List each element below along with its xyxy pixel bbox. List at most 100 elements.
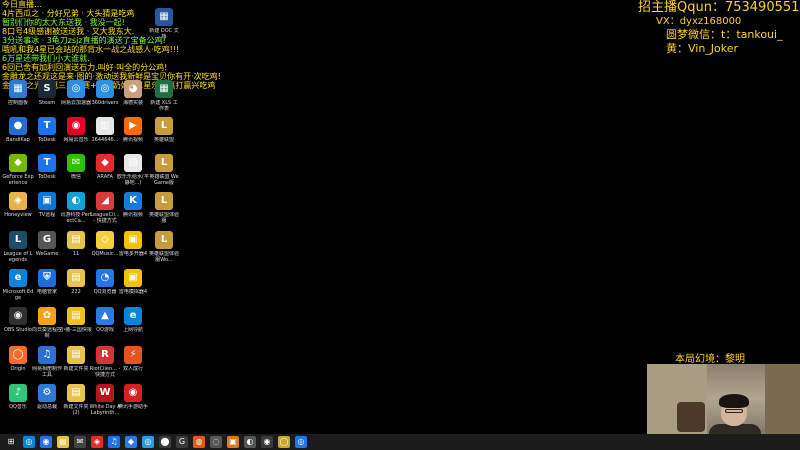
- desktop-icon-label: 小猪-三国快报: [60, 327, 92, 333]
- desktop-icon[interactable]: ▲ QQ游戏: [90, 307, 120, 344]
- desktop-icon-label: Honeyview: [4, 212, 32, 218]
- desktop-icon[interactable]: ▣ 雷电模拟器4: [118, 269, 148, 306]
- app-icon: ▤: [67, 307, 85, 325]
- taskbar-app-gray2-icon[interactable]: ◐: [244, 436, 256, 448]
- streamer-vx: VX：dyxz168000: [656, 16, 742, 27]
- taskbar-mail-icon[interactable]: ✉: [74, 436, 86, 448]
- desktop-icon[interactable]: ● BandiKap: [3, 117, 33, 154]
- taskbar-wegame-icon[interactable]: G: [176, 436, 188, 448]
- desktop-icon[interactable]: L 英雄联盟体验服Wo...: [149, 231, 179, 268]
- chat-message: 8口号4级感谢被送送我 · 又大我东大.: [2, 27, 135, 36]
- desktop-icon[interactable]: S Steam: [32, 80, 62, 117]
- desktop-icon[interactable]: L League of Legends: [3, 231, 33, 268]
- desktop-icon[interactable]: ◆ ARAFA: [90, 154, 120, 191]
- app-icon: ◇: [96, 231, 114, 249]
- desktop-icon-label: 上网导航: [122, 327, 143, 333]
- desktop-icon[interactable]: ♪ QQ音乐: [3, 384, 33, 421]
- app-icon: ▤: [67, 384, 85, 402]
- desktop-icon-label: 讯游科技 PerfectCa...: [60, 212, 92, 224]
- desktop-icon[interactable]: ◔ QQ浏览器: [90, 269, 120, 306]
- app-icon: ◎: [96, 80, 114, 98]
- app-icon: ◉: [9, 307, 27, 325]
- taskbar-app-orange-icon[interactable]: ▣: [227, 436, 239, 448]
- taskbar-edge-icon[interactable]: ◎: [23, 436, 35, 448]
- desktop-icon-label: 新建 XLS 工作表: [150, 100, 178, 112]
- app-icon: ▦: [155, 80, 173, 98]
- desktop-icon[interactable]: ▤ 222: [61, 269, 91, 306]
- desktop-icon[interactable]: L 英雄联盟 WeGame版: [149, 154, 179, 191]
- taskbar-task-icon[interactable]: ◉: [40, 436, 52, 448]
- app-icon: ◉: [124, 384, 142, 402]
- desktop-icon[interactable]: W White Day A Labyrinth...: [89, 384, 121, 421]
- taskbar-obs-icon[interactable]: ◉: [261, 436, 273, 448]
- desktop-icon[interactable]: G WeGame: [32, 231, 62, 268]
- app-icon: ◕: [124, 80, 142, 98]
- app-icon: ▣: [124, 231, 142, 249]
- app-icon: ▦: [9, 80, 27, 98]
- desktop-icon[interactable]: L 英雄联盟体验服: [149, 192, 179, 229]
- desktop-icon[interactable]: ✉ 微信: [61, 154, 91, 191]
- desktop-icon[interactable]: ▦ 新建 DOC 文档: [149, 8, 179, 45]
- desktop-icon[interactable]: ▣ 雷电多开器4: [118, 231, 148, 268]
- desktop-icon[interactable]: ◉ 腾讯手游助手: [118, 384, 148, 421]
- taskbar-app-dark-icon[interactable]: ⬤: [159, 436, 171, 448]
- desktop-icon[interactable]: ◉ OBS Studio: [3, 307, 33, 344]
- taskbar-explorer-icon[interactable]: ▤: [57, 436, 69, 448]
- desktop-icon[interactable]: e 上网导航: [118, 307, 148, 344]
- desktop-icon[interactable]: ▶ 腾讯视频: [118, 117, 148, 154]
- streamer-huang: 黄：Vin_Joker: [666, 42, 739, 55]
- taskbar-qq-browser-icon[interactable]: ◎: [295, 436, 307, 448]
- desktop-icon[interactable]: ◕ 海德实装: [118, 80, 148, 117]
- desktop-icon[interactable]: ▣ TV远程: [32, 192, 62, 229]
- desktop-icon[interactable]: ◇ QQMusic...: [90, 231, 120, 268]
- taskbar-music-icon[interactable]: ♫: [108, 436, 120, 448]
- desktop-icon[interactable]: ▦ 控制面板: [3, 80, 33, 117]
- app-icon: T: [38, 154, 56, 172]
- desktop-icon[interactable]: ◎ 网易云加速器: [61, 80, 91, 117]
- app-icon: ✉: [67, 154, 85, 172]
- streamer-qq: 招主播Qqun：753490551: [638, 0, 800, 15]
- desktop-icon[interactable]: ⛨ 电脑管家: [32, 269, 62, 306]
- desktop-icon[interactable]: ◐ 讯游科技 PerfectCa...: [60, 192, 92, 229]
- app-icon: S: [38, 80, 56, 98]
- desktop-icon[interactable]: ▤ 小猪-三国快报: [60, 307, 92, 344]
- app-icon: e: [124, 307, 142, 325]
- taskbar-app-yellow-icon[interactable]: ◯: [278, 436, 290, 448]
- desktop-icon-label: 电脑管家: [36, 289, 57, 295]
- desktop-icon[interactable]: ◈ Honeyview: [3, 192, 33, 229]
- taskbar-app-blue-icon[interactable]: ◆: [125, 436, 137, 448]
- desktop-icon[interactable]: ⚡ 双人成行: [118, 346, 148, 383]
- desktop-icon[interactable]: ▤ 11: [61, 231, 91, 268]
- desktop-icon-label: 网易相册制作工具: [31, 366, 62, 378]
- desktop-icon[interactable]: ◯ Origin: [3, 346, 33, 383]
- desktop-icon[interactable]: ▤ 新建文件夹(2): [61, 384, 91, 421]
- desktop-icon[interactable]: T ToDesk: [32, 154, 62, 191]
- desktop-icon-label: OBS Studio: [4, 327, 32, 333]
- taskbar-start-icon[interactable]: ⊞: [4, 436, 18, 448]
- desktop-icon[interactable]: K 腾讯视频: [118, 192, 148, 229]
- taskbar-app-gray-icon[interactable]: ◌: [210, 436, 222, 448]
- desktop-icon[interactable]: ⚙ 驱动总裁: [32, 384, 62, 421]
- app-icon: G: [38, 231, 56, 249]
- desktop-icon[interactable]: T ToDesk: [32, 117, 62, 154]
- app-icon: T: [38, 117, 56, 135]
- streamer-info: 招主播Qqun：753490551 VX：dyxz168000 圆梦微信：t：t…: [638, 0, 800, 56]
- desktop-icon[interactable]: ◆ GeForce Experience: [2, 154, 34, 191]
- desktop-icon[interactable]: ▥ 1644646...: [90, 117, 120, 154]
- taskbar-origin-icon[interactable]: ◍: [193, 436, 205, 448]
- app-icon: ▤: [67, 346, 85, 364]
- desktop-icon[interactable]: R RiotClien... - 快捷方式: [90, 346, 120, 383]
- desktop-icon[interactable]: ▤ 新建文件夹: [61, 346, 91, 383]
- desktop-icon[interactable]: ▧ 欧乐乐给水(平静地...): [117, 154, 149, 191]
- desktop-icon[interactable]: ◉ 网易云音乐: [61, 117, 91, 154]
- desktop-icon[interactable]: L 英雄联盟: [149, 117, 179, 154]
- streamer-wechat: 圆梦微信：t：tankoui_: [666, 28, 783, 41]
- desktop-icon[interactable]: e Microsoft Edge: [3, 269, 33, 306]
- desktop-icon[interactable]: ◎ 360drivers: [90, 80, 120, 117]
- desktop-icon[interactable]: ✿ 向日葵远程控制: [32, 307, 62, 344]
- desktop-icon[interactable]: ◢ LeagueCli... - 快捷方式: [90, 192, 120, 229]
- taskbar-app-red-icon[interactable]: ◈: [91, 436, 103, 448]
- desktop-icon[interactable]: ♫ 网易相册制作工具: [32, 346, 62, 383]
- desktop-icon[interactable]: ▦ 新建 XLS 工作表: [149, 80, 179, 117]
- taskbar-browser-icon[interactable]: ◎: [142, 436, 154, 448]
